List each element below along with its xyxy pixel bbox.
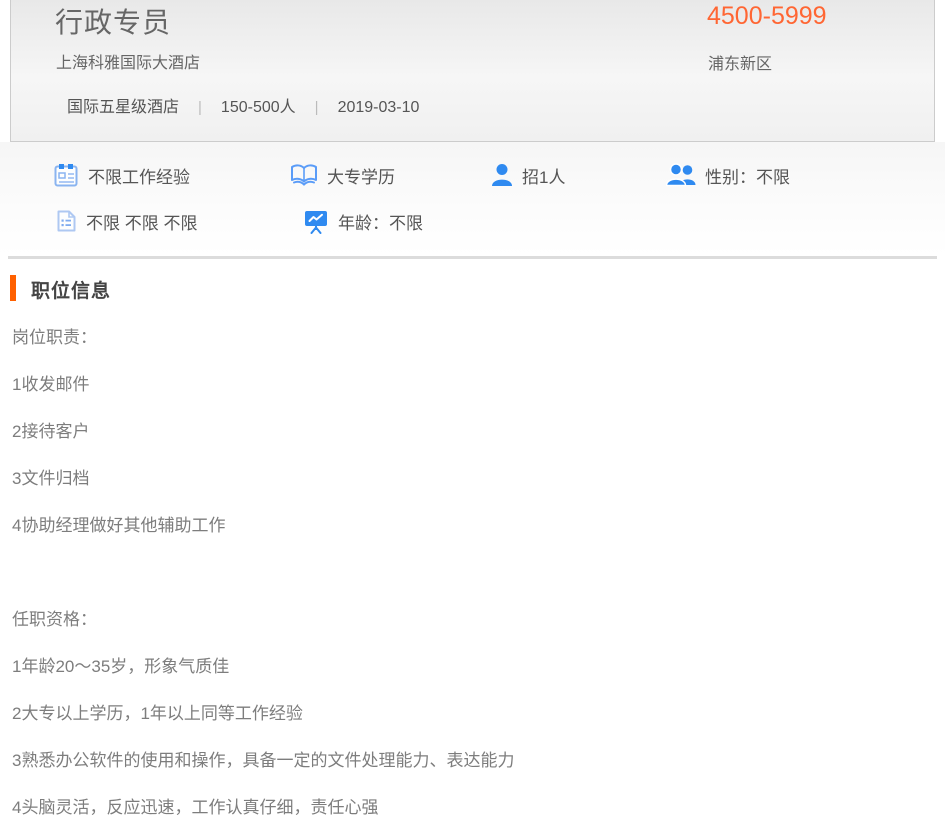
- section-title: 职位信息: [31, 276, 111, 303]
- requirement-label: 性别：不限: [705, 163, 790, 188]
- tag-separator: |: [198, 99, 202, 116]
- age-icon: [303, 208, 329, 234]
- description-line: 2大专以上学历，1年以上同等工作经验: [12, 688, 932, 735]
- requirement-age: 年龄：不限: [303, 208, 423, 234]
- requirements-strip: 不限工作经验 大专学历 招1人 性别：不限: [0, 142, 945, 256]
- company-tags: 国际五星级酒店 | 150-500人 | 2019-03-10: [67, 93, 419, 117]
- tag-separator: |: [315, 99, 319, 116]
- company-name: 上海科雅国际大酒店: [56, 49, 200, 73]
- company-tag-size: 150-500人: [221, 99, 296, 116]
- section-accent-bar: [10, 275, 16, 301]
- requirement-label: 大专学历: [327, 163, 395, 188]
- education-icon: [290, 163, 318, 187]
- job-title: 行政专员: [55, 1, 171, 41]
- description-line: 任职资格：: [12, 594, 932, 641]
- description-line: 1年龄20～35岁，形象气质佳: [12, 641, 932, 688]
- work-experience-icon: [53, 162, 79, 188]
- headcount-icon: [491, 163, 513, 187]
- job-detail-page: 行政专员 上海科雅国际大酒店 4500-5999 浦东新区 国际五星级酒店 | 15…: [0, 0, 945, 819]
- description-line: 3熟悉办公软件的使用和操作，具备一定的文件处理能力、表达能力: [12, 735, 932, 782]
- description-line: 2接待客户: [12, 406, 932, 453]
- requirement-label: 不限 不限 不限: [86, 209, 197, 234]
- requirement-label: 不限工作经验: [88, 163, 190, 188]
- description-line: [12, 547, 932, 594]
- job-description: 岗位职责： 1收发邮件 2接待客户 3文件归档 4协助经理做好其他辅助工作 任职…: [12, 312, 932, 819]
- section-divider: [8, 256, 937, 259]
- requirement-label: 年龄：不限: [338, 209, 423, 234]
- requirement-other: 不限 不限 不限: [55, 208, 197, 234]
- requirement-education: 大专学历: [290, 162, 395, 188]
- job-district: 浦东新区: [708, 50, 772, 74]
- document-icon: [55, 209, 77, 233]
- description-line: 3文件归档: [12, 453, 932, 500]
- gender-icon: [666, 163, 696, 187]
- description-line: 1收发邮件: [12, 359, 932, 406]
- requirement-headcount: 招1人: [491, 162, 565, 188]
- salary-range: 4500-5999: [707, 2, 827, 31]
- company-tag-type: 国际五星级酒店: [67, 99, 179, 116]
- description-line: 4头脑灵活，反应迅速，工作认真仔细，责任心强: [12, 782, 932, 819]
- post-date: 2019-03-10: [338, 99, 420, 116]
- requirement-experience: 不限工作经验: [53, 162, 190, 188]
- requirement-gender: 性别：不限: [666, 162, 790, 188]
- description-line: 4协助经理做好其他辅助工作: [12, 500, 932, 547]
- description-line: 岗位职责：: [12, 312, 932, 359]
- requirement-label: 招1人: [522, 163, 565, 188]
- job-header: 行政专员 上海科雅国际大酒店 4500-5999 浦东新区 国际五星级酒店 | 15…: [10, 0, 935, 142]
